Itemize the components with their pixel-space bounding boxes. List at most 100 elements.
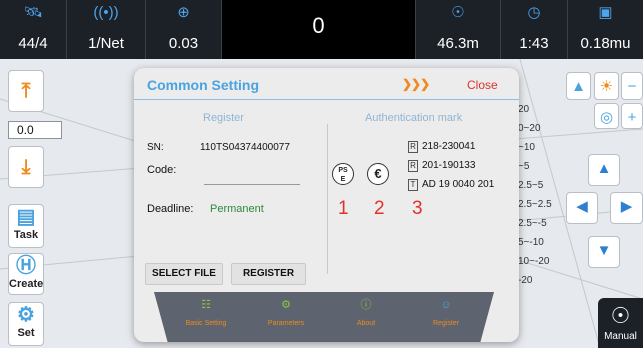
- precision-stat[interactable]: ⊕ 0.03: [146, 0, 222, 59]
- cert-value: 218-230041: [422, 141, 476, 152]
- mark-number: 1: [338, 198, 349, 219]
- satellite-icon: 🛰: [23, 4, 43, 21]
- legend-item: 5~-10: [518, 237, 544, 248]
- legend-item: ~10: [518, 142, 535, 153]
- create-icon: Ⓗ: [16, 255, 36, 277]
- legend-item: 0~20: [518, 123, 541, 134]
- altitude-icon: ☉: [451, 4, 465, 21]
- minus-icon: −: [627, 78, 637, 95]
- cert-box-icon: T: [408, 179, 418, 191]
- area-stat[interactable]: ▣ 0.18mu: [568, 0, 643, 59]
- legend-item: -20: [518, 275, 533, 286]
- arrow-up-icon: ⤒: [21, 80, 31, 102]
- locate-icon: ◎: [599, 109, 614, 126]
- dialog-tab-bar: ☷ Basic Setting ⚙ Parameters ⓘ About ☺ R…: [154, 292, 494, 342]
- battery-icon: ▣: [598, 4, 613, 21]
- task-icon: ▤: [16, 206, 36, 228]
- legend-item: 2.5~2.5: [518, 199, 552, 210]
- cert-box-icon: R: [408, 141, 418, 153]
- time-stat[interactable]: ◷ 1:43: [501, 0, 568, 59]
- set-label: Set: [17, 327, 35, 339]
- auth-heading: Authentication mark: [365, 112, 463, 124]
- layers-button[interactable]: ▲: [566, 72, 591, 100]
- manual-label: Manual: [604, 331, 637, 342]
- register-heading: Register: [203, 112, 244, 124]
- locate-button[interactable]: ◎: [594, 103, 619, 129]
- pan-right-button[interactable]: ▶: [610, 192, 643, 224]
- layers-icon: ▲: [571, 78, 586, 95]
- network-value: 1/Net: [88, 35, 124, 52]
- brightness-button[interactable]: ☀: [594, 72, 619, 100]
- more-chevron-icon[interactable]: ❯❯❯: [402, 77, 430, 91]
- antenna-icon: ((•)): [93, 4, 119, 21]
- center-stat[interactable]: 0: [222, 0, 416, 59]
- gear-icon: ⚙: [281, 299, 291, 311]
- sn-label: SN:: [147, 142, 164, 153]
- arrow-up-icon: ▲: [596, 160, 612, 177]
- legend-list: 20 0~20 ~10 ~5 2.5~5 2.5~2.5 2.5~-5 5~-1…: [518, 100, 552, 290]
- arrow-down-icon: ⤓: [21, 156, 31, 178]
- precision-value: 0.03: [168, 35, 199, 52]
- tab-label: Parameters: [267, 320, 305, 327]
- arrow-right-icon: ▶: [620, 198, 633, 215]
- steering-wheel-icon: ☉: [610, 303, 631, 328]
- section-divider: [327, 124, 328, 274]
- pse-mark-icon: PS E: [332, 163, 354, 185]
- area-value: 0.18mu: [580, 35, 631, 52]
- pan-left-button[interactable]: ◀: [566, 192, 598, 224]
- close-button[interactable]: Close: [467, 78, 498, 92]
- register-button[interactable]: REGISTER: [231, 263, 306, 285]
- sn-value: 110TS04374400077: [200, 142, 290, 153]
- satellite-stat[interactable]: 🛰 44/4: [0, 0, 67, 59]
- task-button[interactable]: ▤ Task: [8, 204, 44, 248]
- sun-icon: ☀: [599, 78, 614, 95]
- tab-about[interactable]: ⓘ About: [326, 298, 406, 327]
- code-input[interactable]: [204, 184, 300, 185]
- center-value: 0: [312, 13, 325, 38]
- cert-value: 201-190133: [422, 160, 476, 171]
- set-button[interactable]: ⚙ Set: [8, 302, 44, 346]
- altitude-value: 46.3m: [437, 35, 479, 52]
- legend-item: ~5: [518, 161, 530, 172]
- tab-basic-setting[interactable]: ☷ Basic Setting: [166, 298, 246, 327]
- tab-parameters[interactable]: ⚙ Parameters: [246, 298, 326, 327]
- cert-value: AD 19 0040 201: [422, 179, 495, 190]
- person-icon: ☺: [440, 299, 452, 311]
- pan-down-button[interactable]: ▼: [588, 236, 620, 268]
- lower-button[interactable]: ⤓: [8, 146, 44, 188]
- target-icon: ⊕: [177, 4, 190, 21]
- tab-label: About: [356, 320, 376, 327]
- create-label: Create: [9, 278, 44, 290]
- network-stat[interactable]: ((•)) 1/Net: [67, 0, 146, 59]
- legend-item: 10~-20: [518, 256, 550, 267]
- height-value-field[interactable]: 0.0: [8, 121, 62, 139]
- legend-item: 20: [518, 104, 530, 115]
- tab-label: Register: [432, 320, 460, 327]
- deadline-label: Deadline:: [147, 203, 194, 215]
- common-setting-dialog: Common Setting ❯❯❯ Close Register SN: 11…: [134, 68, 519, 342]
- zoom-in-button[interactable]: +: [621, 103, 643, 129]
- deadline-value: Permanent: [210, 203, 264, 215]
- legend-item: 2.5~5: [518, 180, 544, 191]
- wireless-mark-icon: €: [367, 163, 389, 185]
- zoom-out-button[interactable]: −: [621, 72, 643, 100]
- select-file-button[interactable]: SELECT FILE: [145, 263, 223, 285]
- title-divider: [134, 99, 519, 100]
- dialog-title: Common Setting: [147, 77, 259, 93]
- time-value: 1:43: [519, 35, 549, 52]
- mark-number: 3: [412, 198, 423, 219]
- raise-button[interactable]: ⤒: [8, 70, 44, 112]
- legend-item: 2.5~-5: [518, 218, 547, 229]
- grid-icon: ☷: [201, 299, 211, 311]
- gear-icon: ⚙: [17, 304, 35, 326]
- info-icon: ⓘ: [360, 299, 372, 311]
- altitude-stat[interactable]: ☉ 46.3m: [416, 0, 501, 59]
- manual-button[interactable]: ☉ Manual: [598, 298, 643, 348]
- pan-up-button[interactable]: ▲: [588, 154, 620, 186]
- mark-number: 2: [374, 198, 385, 219]
- create-button[interactable]: Ⓗ Create: [8, 253, 44, 295]
- plus-icon: +: [627, 109, 637, 126]
- tab-register[interactable]: ☺ Register: [406, 298, 486, 327]
- arrow-down-icon: ▼: [596, 242, 612, 259]
- clock-icon: ◷: [527, 4, 541, 21]
